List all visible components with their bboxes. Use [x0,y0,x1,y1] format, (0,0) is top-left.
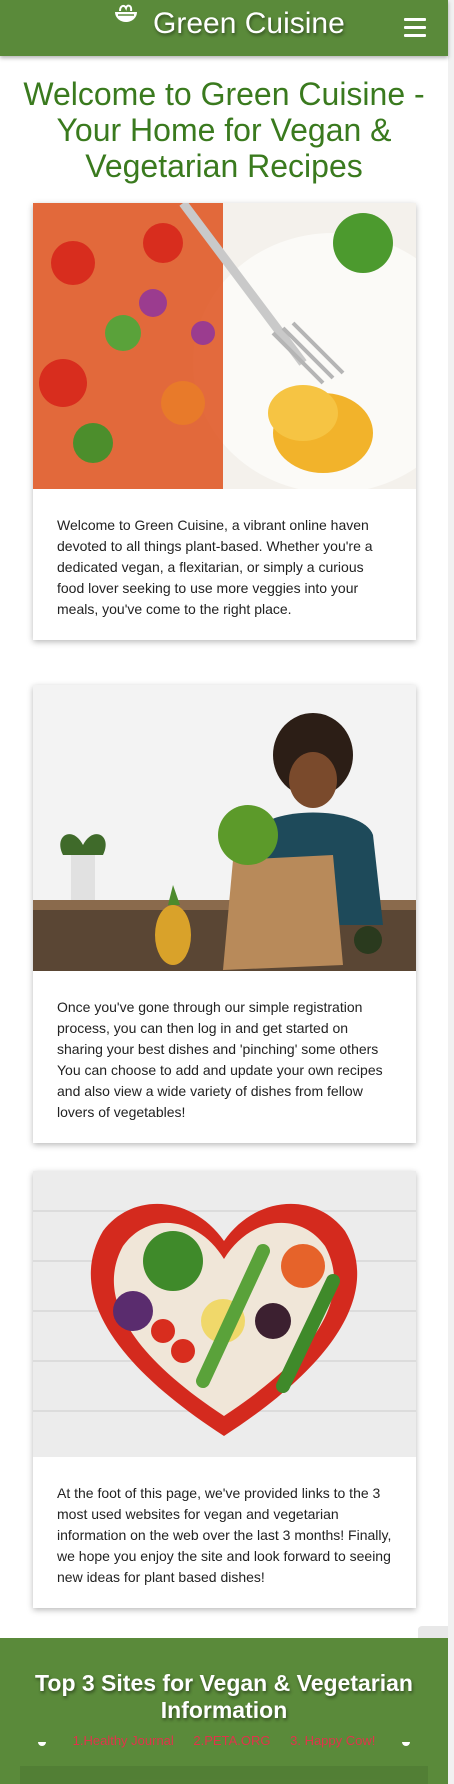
salad-bowl-icon [115,4,137,22]
footer-link-peta[interactable]: 2.PETA.ORG [193,1733,270,1748]
heart-shaped-vegetable-plate-photo [33,1171,416,1457]
salad-bowl-icon [402,1741,410,1746]
intro-text: Welcome to Green Cuisine, a vibrant onli… [57,517,373,617]
woman-unpacking-groceries-photo [33,685,416,971]
page-title: Welcome to Green Cuisine - Your Home for… [23,76,425,184]
intro-card: Welcome to Green Cuisine, a vibrant onli… [33,203,416,640]
page-scrollbar[interactable] [448,0,454,1784]
hamburger-menu-icon[interactable] [404,18,426,38]
footer-bottom-bar [20,1766,428,1784]
registration-card: Once you've gone through our simple regi… [33,685,416,1143]
brand-name[interactable]: Green Cuisine [153,7,345,41]
footer-link-healthy-journal[interactable]: 1.Healthy Journal [73,1733,174,1748]
registration-text: Once you've gone through our simple regi… [57,999,383,1120]
eggs-and-vegetable-salad-photo [33,203,416,489]
footer: Top 3 Sites for Vegan & Vegetarian Infor… [0,1638,448,1784]
salad-bowl-icon [38,1741,46,1746]
footer-title: Top 3 Sites for Vegan & Vegetarian Infor… [35,1670,413,1723]
footer-links: 1.Healthy Journal 2.PETA.ORG 3. Happy Co… [0,1733,448,1748]
navbar: Green Cuisine [0,0,448,56]
footer-link-happy-cow[interactable]: 3. Happy Cow! [290,1733,375,1748]
links-info-text: At the foot of this page, we've provided… [57,1485,392,1585]
links-info-card: At the foot of this page, we've provided… [33,1171,416,1608]
